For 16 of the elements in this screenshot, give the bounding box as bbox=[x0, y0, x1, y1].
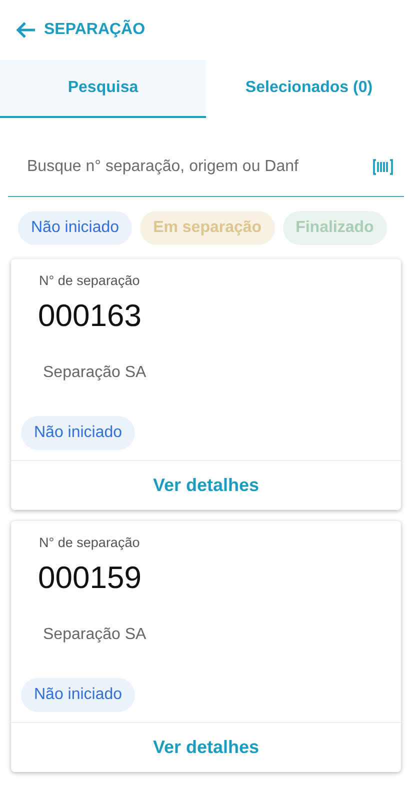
back-arrow-icon[interactable] bbox=[16, 21, 36, 39]
status-tag: Não iniciado bbox=[21, 678, 136, 712]
separation-number: 000163 bbox=[37, 298, 142, 334]
details-button[interactable]: Ver detalhes bbox=[11, 460, 401, 510]
barcode-icon[interactable] bbox=[372, 158, 394, 176]
filter-chip[interactable]: Não iniciado bbox=[18, 211, 132, 245]
status-tag: Não iniciado bbox=[21, 416, 136, 450]
separation-number: 000159 bbox=[37, 560, 142, 596]
page-title: SEPARAÇÃO bbox=[44, 21, 146, 39]
origin-name: Separação SA bbox=[42, 364, 146, 382]
details-button[interactable]: Ver detalhes bbox=[11, 722, 401, 772]
field-label: N° de separação bbox=[38, 535, 140, 550]
origin-name: Separação SA bbox=[42, 626, 146, 644]
search-field[interactable]: Busque n° separação, origem ou Danf bbox=[25, 157, 372, 177]
tab[interactable]: Pesquisa bbox=[0, 60, 206, 118]
field-label: N° de separação bbox=[38, 273, 140, 288]
